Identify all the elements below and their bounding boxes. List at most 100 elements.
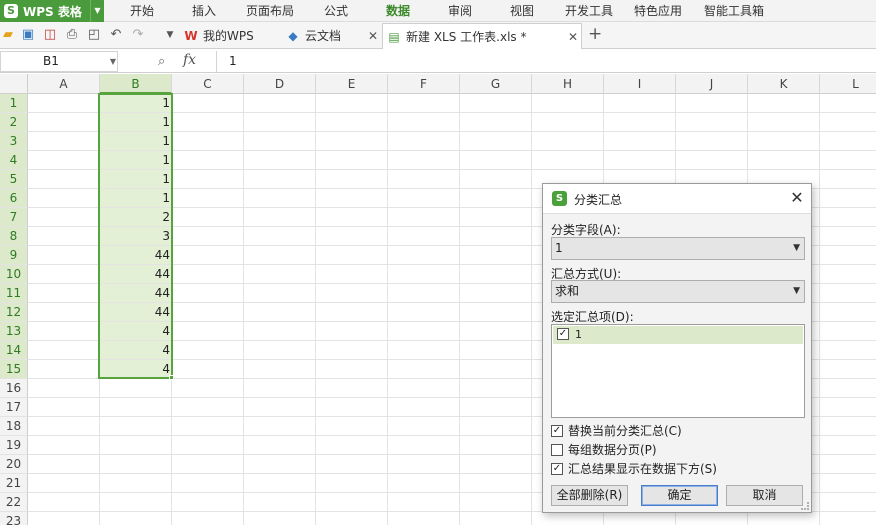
column-header-a[interactable]: A [28, 74, 100, 94]
menu-view[interactable]: 视图 [510, 0, 534, 22]
column-header-j[interactable]: J [676, 74, 748, 94]
replace-current-option[interactable]: ✓ 替换当前分类汇总(C) [551, 423, 751, 439]
column-header-e[interactable]: E [316, 74, 388, 94]
field-select-value: 1 [555, 241, 563, 255]
row-header-10[interactable]: 10 [0, 265, 28, 284]
column-header-d[interactable]: D [244, 74, 316, 94]
field-select[interactable]: 1 ▼ [551, 237, 805, 260]
print-preview-icon[interactable]: ◰ [86, 27, 102, 43]
items-list[interactable]: ✓ 1 [551, 324, 805, 418]
column-header-h[interactable]: H [532, 74, 604, 94]
column-header-l[interactable]: L [820, 74, 876, 94]
zoom-icon[interactable]: ⌕ [158, 54, 165, 69]
list-item[interactable]: ✓ 1 [553, 326, 803, 344]
option-label: 汇总结果显示在数据下方(S) [568, 462, 717, 476]
app-title: WPS 表格 [23, 4, 82, 19]
name-box[interactable]: B1 [0, 51, 118, 72]
close-icon[interactable]: ✕ [568, 30, 578, 44]
app-menu-button[interactable]: S WPS 表格 ▼ [0, 0, 104, 22]
column-header-k[interactable]: K [748, 74, 820, 94]
row-header-8[interactable]: 8 [0, 227, 28, 246]
ok-button[interactable]: 确定 [641, 485, 718, 506]
dialog-title: 分类汇总 [574, 193, 623, 207]
column-header-g[interactable]: G [460, 74, 532, 94]
row-header-4[interactable]: 4 [0, 151, 28, 170]
cloud-doc-icon: ◆ [288, 28, 298, 43]
chevron-down-icon[interactable]: ▼ [793, 238, 800, 259]
tab-cloud-docs[interactable]: ◆ 云文档 ✕ [286, 23, 382, 48]
gridline-vertical [315, 94, 316, 525]
selection-border [98, 93, 173, 379]
more-dropdown-icon[interactable]: ▼ [162, 27, 178, 43]
row-header-16[interactable]: 16 [0, 379, 28, 398]
row-header-2[interactable]: 2 [0, 113, 28, 132]
row-header-11[interactable]: 11 [0, 284, 28, 303]
menu-insert[interactable]: 插入 [192, 0, 216, 22]
menu-page-layout[interactable]: 页面布局 [246, 0, 294, 22]
row-header-6[interactable]: 6 [0, 189, 28, 208]
export-pdf-icon[interactable]: ◫ [42, 27, 58, 43]
select-all-corner[interactable] [0, 74, 28, 94]
column-header-i[interactable]: I [604, 74, 676, 94]
close-icon[interactable]: ✕ [368, 29, 378, 43]
chevron-down-icon[interactable]: ▼ [108, 51, 118, 72]
row-header-12[interactable]: 12 [0, 303, 28, 322]
row-header-9[interactable]: 9 [0, 246, 28, 265]
fill-handle[interactable] [169, 375, 174, 380]
open-folder-icon[interactable]: ▰ [0, 27, 16, 43]
row-header-14[interactable]: 14 [0, 341, 28, 360]
checkbox-checked-icon[interactable]: ✓ [551, 425, 563, 437]
row-header-1[interactable]: 1 [0, 94, 28, 113]
dialog-titlebar[interactable]: S 分类汇总 ✕ [543, 184, 811, 214]
close-icon[interactable]: ✕ [788, 188, 806, 208]
chevron-down-icon[interactable]: ▼ [793, 281, 800, 302]
row-header-21[interactable]: 21 [0, 474, 28, 493]
row-header-13[interactable]: 13 [0, 322, 28, 341]
row-header-18[interactable]: 18 [0, 417, 28, 436]
menu-special-apps[interactable]: 特色应用 [634, 0, 682, 22]
row-header-15[interactable]: 15 [0, 360, 28, 379]
row-header-17[interactable]: 17 [0, 398, 28, 417]
save-icon[interactable]: ▣ [20, 27, 36, 43]
checkbox-checked-icon[interactable]: ✓ [551, 463, 563, 475]
column-header-f[interactable]: F [388, 74, 460, 94]
row-header-20[interactable]: 20 [0, 455, 28, 474]
summary-below-option[interactable]: ✓ 汇总结果显示在数据下方(S) [551, 461, 771, 477]
menu-review[interactable]: 审阅 [448, 0, 472, 22]
gridline-vertical [459, 94, 460, 525]
menu-smart-toolbox[interactable]: 智能工具箱 [704, 0, 764, 22]
resize-grip-icon[interactable] [801, 502, 809, 510]
column-header-c[interactable]: C [172, 74, 244, 94]
column-header-b[interactable]: B [100, 74, 172, 94]
cancel-button[interactable]: 取消 [726, 485, 803, 506]
menu-developer[interactable]: 开发工具 [565, 0, 613, 22]
redo-icon[interactable]: ↷ [130, 27, 146, 43]
row-header-22[interactable]: 22 [0, 493, 28, 512]
method-select-value: 求和 [555, 284, 580, 298]
subtotal-dialog: S 分类汇总 ✕ 分类字段(A): 1 ▼ 汇总方式(U): 求和 ▼ 选定汇总… [542, 183, 812, 513]
fx-icon[interactable]: fx [183, 52, 196, 68]
menu-data[interactable]: 数据 [386, 0, 410, 22]
checkbox-unchecked-icon[interactable] [551, 444, 563, 456]
gridline-vertical [387, 94, 388, 525]
formula-input[interactable]: 1 [216, 51, 876, 72]
page-break-option[interactable]: 每组数据分页(P) [551, 442, 751, 458]
quick-access-toolbar: ▰ ▣ ◫ ⎙ ◰ ↶ ↷ ▼ W 我的WPS ◆ 云文档 ✕ ▤ 新建 XLS… [0, 22, 876, 49]
row-header-23[interactable]: 23 [0, 512, 28, 525]
row-header-7[interactable]: 7 [0, 208, 28, 227]
checkbox-checked-icon[interactable]: ✓ [557, 328, 569, 340]
tab-my-wps[interactable]: W 我的WPS [184, 23, 280, 48]
new-tab-plus-icon[interactable]: + [588, 26, 602, 43]
formula-bar: B1 ▼ ⌕ fx 1 [0, 50, 876, 73]
method-select[interactable]: 求和 ▼ [551, 280, 805, 303]
row-header-3[interactable]: 3 [0, 132, 28, 151]
undo-icon[interactable]: ↶ [108, 27, 124, 43]
menu-formulas[interactable]: 公式 [324, 0, 348, 22]
row-header-19[interactable]: 19 [0, 436, 28, 455]
row-header-5[interactable]: 5 [0, 170, 28, 189]
print-icon[interactable]: ⎙ [64, 27, 80, 43]
remove-all-button[interactable]: 全部删除(R) [551, 485, 628, 506]
menu-home[interactable]: 开始 [130, 0, 154, 22]
tab-current-workbook[interactable]: ▤ 新建 XLS 工作表.xls * ✕ [382, 23, 582, 49]
chevron-down-icon[interactable]: ▼ [90, 0, 104, 22]
